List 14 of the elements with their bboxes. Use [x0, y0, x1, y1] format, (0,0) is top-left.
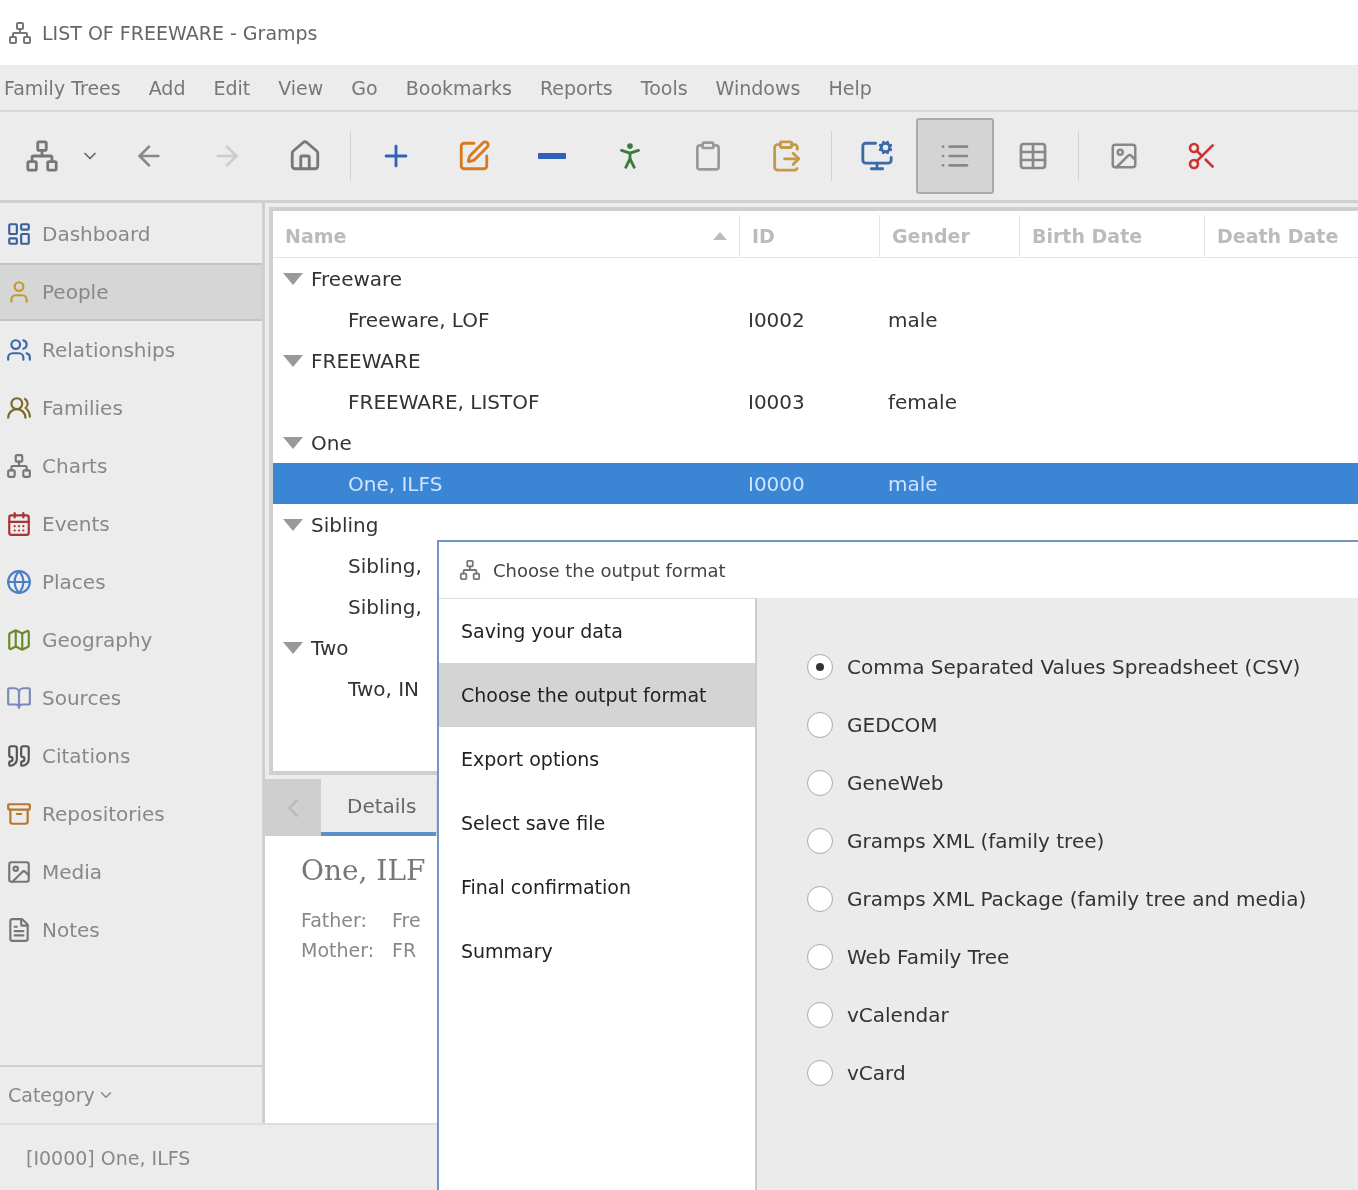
- wizard-step: Export options: [439, 727, 755, 791]
- wizard-step: Choose the output format: [439, 663, 755, 727]
- status-text: [I0000] One, ILFS: [26, 1146, 191, 1169]
- wizard-step: Select save file: [439, 791, 755, 855]
- wizard-step: Saving your data: [439, 599, 755, 663]
- field-value: Fre: [392, 908, 421, 933]
- wizard-step: Final confirmation: [439, 855, 755, 919]
- window-title: LIST OF FREEWARE - Gramps: [42, 21, 318, 44]
- field-label: Mother:: [301, 938, 375, 963]
- field-label: Father:: [301, 908, 368, 933]
- person-name: One, ILF: [301, 854, 426, 887]
- wizard-step: Summary: [439, 919, 755, 983]
- dialog-title: Choose the output format: [493, 559, 726, 581]
- field-value: FR: [392, 938, 418, 963]
